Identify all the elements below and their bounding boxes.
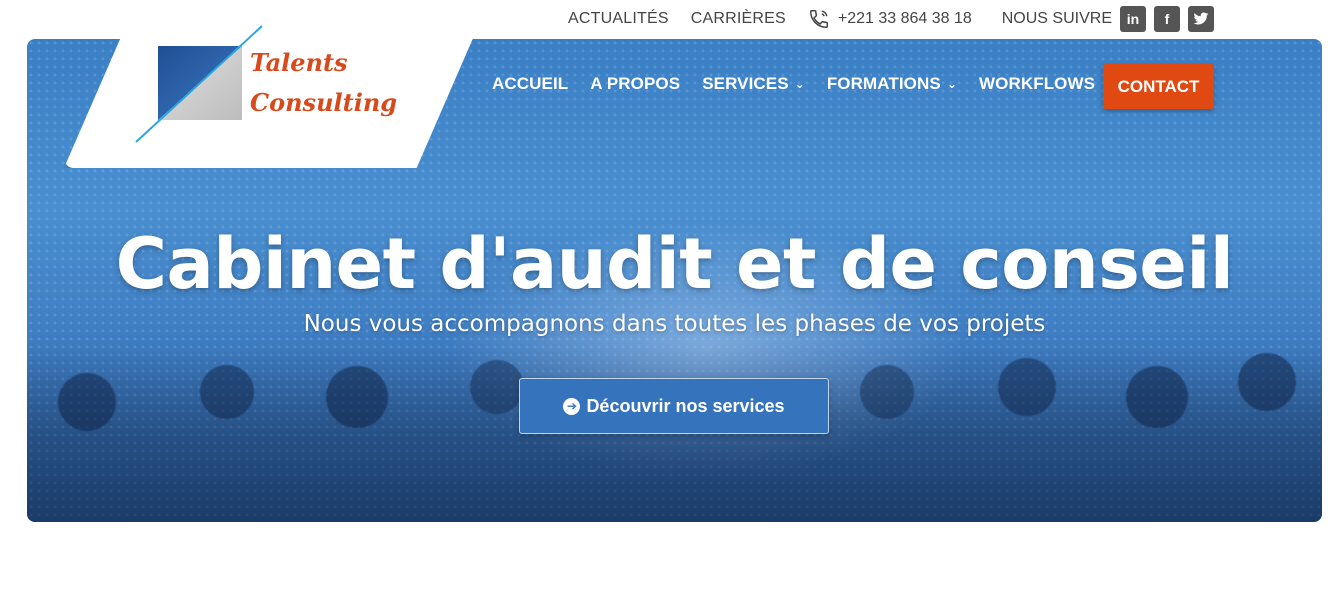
linkedin-icon[interactable]: in — [1120, 6, 1146, 32]
follow-label: NOUS SUIVRE — [1001, 10, 1112, 27]
contact-button[interactable]: CONTACT — [1103, 64, 1214, 109]
facebook-icon[interactable]: f — [1154, 6, 1180, 32]
circle-arrow-right-icon: ➔ — [563, 397, 581, 415]
news-link[interactable]: ACTUALITÉS — [568, 10, 669, 28]
nav-item-workflows[interactable]: WORKFLOWS — [979, 74, 1095, 94]
nav-item-trainings-label: FORMATIONS — [826, 74, 941, 93]
nav-item-about[interactable]: A PROPOS — [590, 74, 680, 94]
nav-item-home[interactable]: ACCUEIL — [492, 74, 568, 94]
nav-item-services-label: SERVICES — [702, 74, 789, 93]
phone-icon — [809, 10, 828, 28]
logo-text-consulting: Consulting — [250, 88, 398, 117]
discover-services-label: Découvrir nos services — [586, 395, 785, 416]
chevron-down-icon: ⌄ — [794, 77, 805, 91]
careers-link[interactable]: CARRIÈRES — [691, 10, 786, 28]
phone-link[interactable]: +221 33 864 38 18 — [808, 8, 972, 30]
logo-mark-icon — [135, 25, 263, 143]
chevron-down-icon: ⌄ — [946, 77, 957, 91]
phone-number: +221 33 864 38 18 — [837, 10, 972, 27]
nav-item-trainings[interactable]: FORMATIONS ⌄ — [827, 74, 957, 94]
logo-text-talents: Talents — [250, 48, 348, 77]
discover-services-button[interactable]: ➔ Découvrir nos services — [519, 378, 829, 434]
hero-subtitle: Nous vous accompagnons dans toutes les p… — [303, 311, 1046, 337]
hero-title: Cabinet d'audit et de conseil — [115, 223, 1234, 305]
main-nav: ACCUEIL A PROPOS SERVICES ⌄ FORMATIONS ⌄… — [492, 74, 1117, 94]
twitter-icon[interactable] — [1188, 6, 1214, 32]
nav-item-services[interactable]: SERVICES ⌄ — [702, 74, 805, 94]
top-utility-bar: ACTUALITÉS CARRIÈRES +221 33 864 38 18 N… — [520, 0, 1214, 38]
